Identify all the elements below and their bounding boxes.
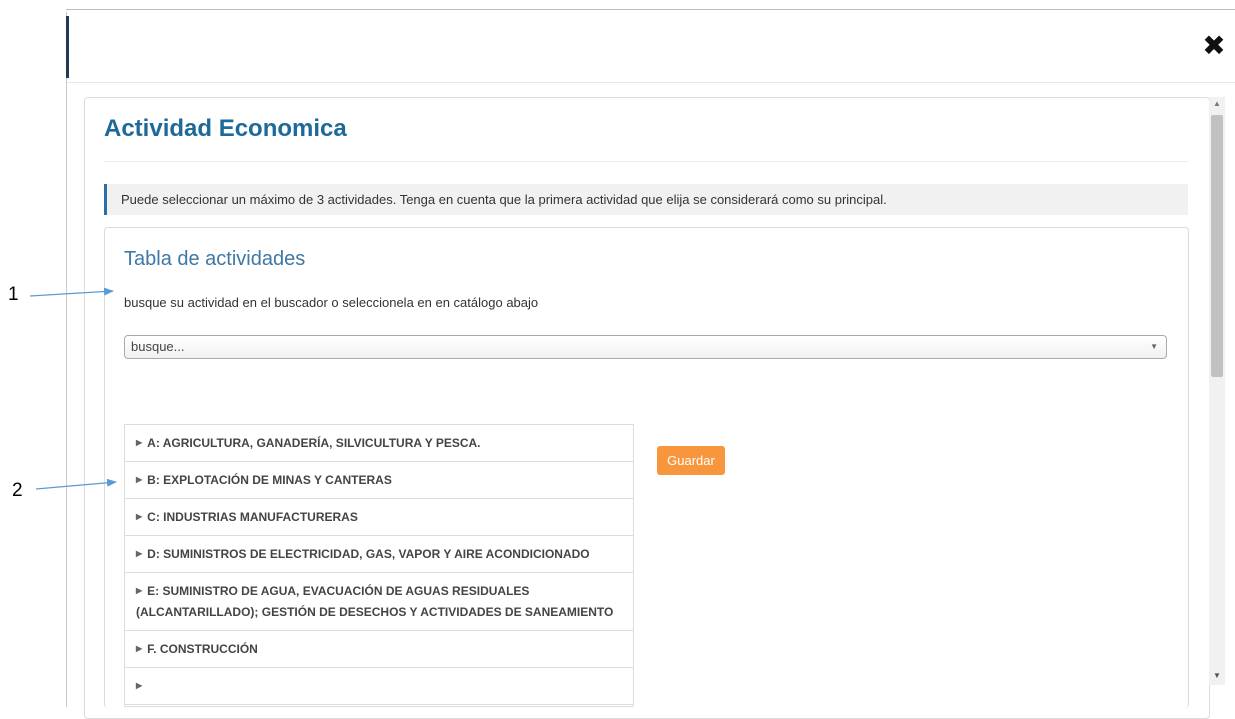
catalog-item-f[interactable]: ▶ F. CONSTRUCCIÓN [125, 631, 633, 668]
catalog-item-d[interactable]: ▶ D: SUMINISTROS DE ELECTRICIDAD, GAS, VA… [125, 536, 633, 573]
caret-right-icon: ▶ [136, 475, 143, 484]
catalog-item-e[interactable]: ▶ E: SUMINISTRO DE AGUA, EVACUACIÓN DE AG… [125, 573, 633, 631]
window-top-border [66, 9, 1235, 10]
caret-right-icon: ▶ [136, 549, 143, 558]
info-notice: Puede seleccionar un máximo de 3 activid… [104, 184, 1188, 215]
caret-right-icon: ▶ [136, 681, 143, 690]
catalog-item-b[interactable]: ▶ B: EXPLOTACIÓN DE MINAS Y CANTERAS [125, 462, 633, 499]
catalog-item-c[interactable]: ▶ C: INDUSTRIAS MANUFACTURERAS [125, 499, 633, 536]
annotation-number-2: 2 [12, 480, 23, 501]
activity-catalog: ▶ A: AGRICULTURA, GANADERÍA, SILVICULTURA… [124, 424, 634, 707]
caret-right-icon: ▶ [136, 512, 143, 521]
title-divider [104, 161, 1188, 162]
search-hint: busque su actividad en el buscador o sel… [124, 295, 539, 310]
catalog-item-g[interactable]: ▶ [125, 668, 633, 705]
scroll-up-arrow-icon[interactable]: ▲ [1213, 99, 1221, 108]
chevron-down-icon: ▼ [1150, 342, 1158, 351]
close-icon[interactable]: ✖ [1200, 30, 1228, 62]
activity-search-select[interactable]: busque... ▼ [124, 335, 1167, 359]
save-button[interactable]: Guardar [657, 446, 725, 475]
modal-header-accent [66, 16, 69, 78]
search-select-placeholder: busque... [131, 339, 185, 354]
catalog-item-label: B: EXPLOTACIÓN DE MINAS Y CANTERAS [147, 473, 392, 487]
modal-header-divider [67, 82, 1235, 83]
catalog-item-label: D: SUMINISTROS DE ELECTRICIDAD, GAS, VAP… [147, 547, 590, 561]
page-title: Actividad Economica [104, 115, 347, 142]
vertical-scrollbar[interactable]: ▲ ▼ [1209, 97, 1225, 685]
catalog-item-label: E: SUMINISTRO DE AGUA, EVACUACIÓN DE AGU… [136, 584, 614, 619]
catalog-item-a[interactable]: ▶ A: AGRICULTURA, GANADERÍA, SILVICULTURA… [125, 425, 633, 462]
catalog-item-label: A: AGRICULTURA, GANADERÍA, SILVICULTURA … [147, 436, 481, 450]
catalog-item-label: F. CONSTRUCCIÓN [147, 642, 258, 656]
scroll-down-arrow-icon[interactable]: ▼ [1213, 671, 1221, 680]
caret-right-icon: ▶ [136, 644, 143, 653]
caret-right-icon: ▶ [136, 438, 143, 447]
annotation-number-1: 1 [8, 284, 19, 305]
scrollbar-thumb[interactable] [1211, 115, 1223, 377]
activities-title: Tabla de actividades [124, 248, 306, 270]
caret-right-icon: ▶ [136, 586, 143, 595]
catalog-item-label: C: INDUSTRIAS MANUFACTURERAS [147, 510, 358, 524]
